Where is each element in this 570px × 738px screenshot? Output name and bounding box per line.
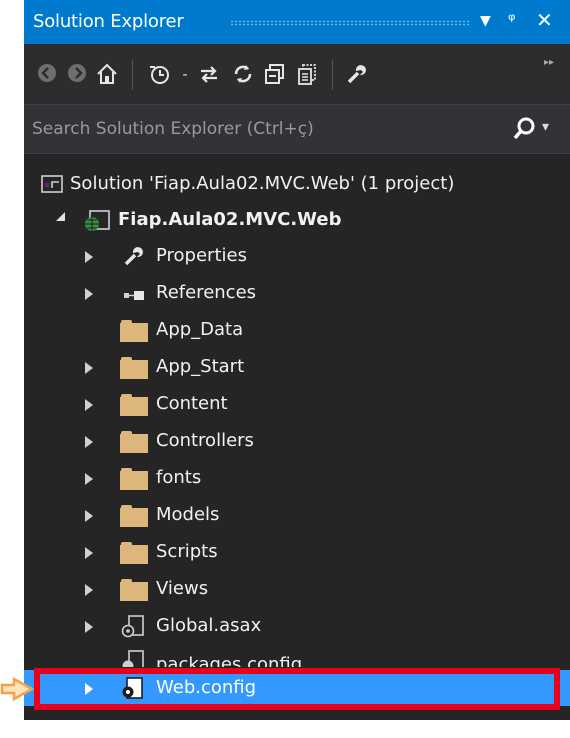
tree-item-label: Views	[156, 578, 209, 599]
toolbar: - ▸▸	[24, 44, 570, 104]
home-icon[interactable]	[94, 62, 120, 88]
tree-item-label: Controllers	[156, 430, 254, 451]
expand-arrow-icon[interactable]	[85, 547, 93, 559]
expand-arrow-icon[interactable]	[85, 436, 93, 448]
toolbar-separator	[132, 60, 133, 90]
tree-row[interactable]: Views	[24, 571, 570, 607]
search-bar: ▾	[24, 104, 570, 154]
title-grip[interactable]	[230, 20, 470, 26]
folder-icon	[120, 579, 148, 601]
folder-icon	[120, 505, 148, 527]
tree-row[interactable]: App_Start	[24, 349, 570, 385]
expand-arrow-icon[interactable]	[85, 399, 93, 411]
tree-row[interactable]: Controllers	[24, 423, 570, 459]
folder-icon	[120, 431, 148, 453]
show-all-files-icon[interactable]	[294, 62, 320, 88]
expand-arrow-icon[interactable]	[85, 584, 93, 596]
back-icon[interactable]	[34, 62, 60, 88]
tree-item-label: App_Start	[156, 356, 245, 377]
folder-icon	[120, 320, 148, 342]
highlight-box	[34, 668, 560, 710]
project-label: Fiap.Aula02.MVC.Web	[118, 209, 342, 230]
tree-row[interactable]: fonts	[24, 460, 570, 496]
collapse-all-icon[interactable]	[262, 62, 288, 88]
expand-arrow-icon[interactable]	[85, 473, 93, 485]
pending-dropdown-icon[interactable]: -	[172, 62, 198, 88]
tree-item-label: Content	[156, 393, 228, 414]
tree-row-project[interactable]: Fiap.Aula02.MVC.Web	[24, 202, 570, 238]
search-input[interactable]	[32, 117, 502, 141]
toolbar-separator	[332, 60, 333, 90]
pin-icon[interactable]: ᵠ	[508, 10, 515, 31]
forward-icon[interactable]	[64, 62, 90, 88]
tree-row[interactable]: Global.asax	[24, 608, 570, 644]
tree-row-solution[interactable]: Solution 'Fiap.Aula02.MVC.Web' (1 projec…	[24, 166, 570, 202]
config-file-icon	[120, 649, 146, 667]
collapse-arrow-icon[interactable]	[56, 212, 65, 221]
tree-row[interactable]: Scripts	[24, 534, 570, 570]
tree-item-label: Global.asax	[156, 615, 262, 636]
tree-item-label: Models	[156, 504, 220, 525]
title-bar[interactable]: Solution Explorer ▼ ᵠ ✕	[24, 0, 570, 44]
panel-title: Solution Explorer	[33, 11, 184, 32]
folder-icon	[120, 542, 148, 564]
tree-row[interactable]: Models	[24, 497, 570, 533]
folder-icon	[120, 468, 148, 490]
tree-row[interactable]: App_Data	[24, 312, 570, 348]
expand-arrow-icon[interactable]	[85, 288, 93, 300]
sync-icon[interactable]	[196, 62, 222, 88]
tree-row[interactable]: Properties	[24, 238, 570, 274]
expand-arrow-icon[interactable]	[85, 362, 93, 374]
tree-row[interactable]: packages.config	[24, 645, 570, 667]
tree-item-label: App_Data	[156, 319, 244, 340]
wrench-icon[interactable]	[344, 62, 370, 88]
search-options-icon[interactable]: ▾	[542, 119, 549, 135]
tree-row[interactable]: Content	[24, 386, 570, 422]
solution-label: Solution 'Fiap.Aula02.MVC.Web' (1 projec…	[70, 173, 455, 194]
tree-item-label: packages.config	[156, 654, 303, 667]
folder-icon	[120, 357, 148, 379]
tree-item-label: References	[156, 282, 257, 303]
solution-explorer-panel: Solution Explorer ▼ ᵠ ✕ - ▸▸ Search Solu…	[24, 0, 570, 720]
dropdown-icon[interactable]: ▼	[480, 13, 491, 29]
expand-arrow-icon[interactable]	[85, 251, 93, 263]
expand-arrow-icon[interactable]	[85, 621, 93, 633]
refresh-icon[interactable]	[230, 62, 256, 88]
tree-item-label: fonts	[156, 467, 202, 488]
search-icon[interactable]	[512, 116, 538, 142]
close-icon[interactable]: ✕	[536, 8, 553, 32]
toolbar-overflow-icon[interactable]: ▸▸	[536, 50, 562, 76]
tree-row[interactable]: References	[24, 275, 570, 311]
folder-icon	[120, 394, 148, 416]
tree-item-label: Properties	[156, 245, 247, 266]
pending-changes-icon[interactable]	[146, 62, 172, 88]
expand-arrow-icon[interactable]	[85, 510, 93, 522]
tree-item-label: Scripts	[156, 541, 218, 562]
arrow-pointer-icon	[0, 676, 34, 702]
